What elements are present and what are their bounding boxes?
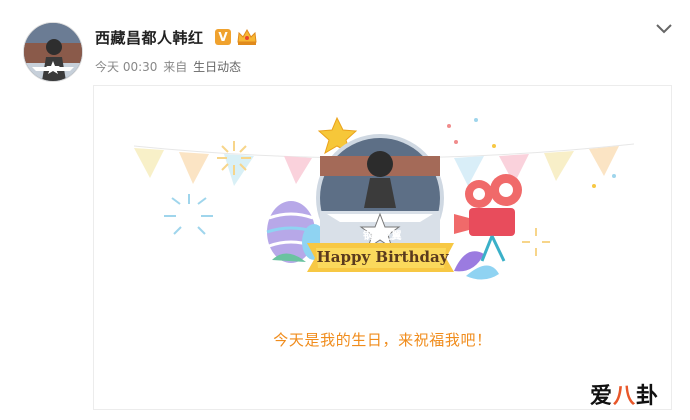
username[interactable]: 西藏昌都人韩红	[95, 27, 204, 48]
verified-badge-icon: V	[215, 29, 231, 45]
movie-camera-icon	[454, 174, 522, 262]
chevron-down-icon[interactable]	[655, 20, 673, 34]
post-meta: 今天 00:30 来自 生日动态	[95, 58, 243, 75]
birthday-card[interactable]: 钢铁之翼 Happy Birthday 今天是我的生日，来祝福我吧！	[93, 85, 672, 410]
post-time[interactable]: 今天 00:30	[95, 60, 157, 74]
watermark-logo: 爱八卦	[590, 384, 660, 409]
avatar[interactable]	[23, 22, 83, 82]
post-source[interactable]: 生日动态	[193, 60, 241, 74]
birthday-message: 今天是我的生日，来祝福我吧！	[273, 331, 492, 349]
crown-icon	[236, 28, 258, 46]
source-prefix: 来自	[163, 60, 188, 74]
emblem-text: 钢铁之翼	[363, 231, 402, 242]
